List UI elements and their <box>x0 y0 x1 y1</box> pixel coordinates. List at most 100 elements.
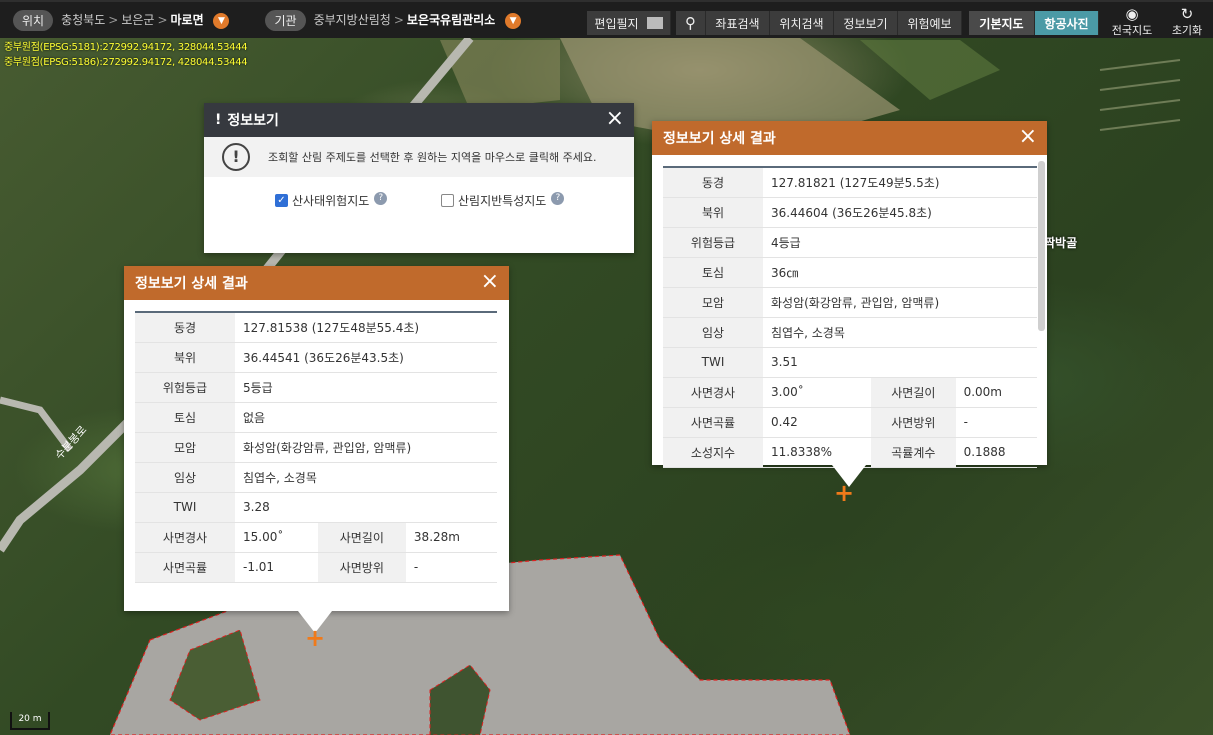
toggle-square-icon <box>646 17 663 29</box>
crumb-agency[interactable]: 중부지방산림청 <box>314 13 391 27</box>
reset-icon: ↻ <box>1180 5 1194 23</box>
table-row: 사면경사 3.00˚ 사면길이 0.00m <box>663 377 1037 408</box>
row-key: 곡률계수 <box>871 437 956 468</box>
crumb-county[interactable]: 보은군 <box>121 13 154 27</box>
edit-parcel-label: 편입필지 <box>594 16 639 31</box>
detail-left-header: 정보보기 상세 결과 × <box>124 266 509 300</box>
pos-search-button[interactable]: 위치검색 <box>770 11 834 35</box>
row-value: 127.81821 (127도49분5.5초) <box>763 166 1037 198</box>
table-row: TWI 3.51 <box>663 347 1037 378</box>
coord-search-button[interactable]: 좌표검색 <box>706 11 770 35</box>
aerial-button[interactable]: 항공사진 <box>1035 11 1099 35</box>
nation-map-button[interactable]: ◉ 전국지도 <box>1110 6 1154 38</box>
row-value: 화성암(화강암류, 관입암, 암맥류) <box>763 287 1037 318</box>
table-row: TWI 3.28 <box>135 492 497 523</box>
row-value: - <box>405 552 497 583</box>
row-key: 토심 <box>135 402 235 433</box>
agency-dropdown-icon[interactable]: ▼ <box>505 12 522 29</box>
landslide-label[interactable]: 산사태위험지도 <box>292 192 369 209</box>
pin-marker-right[interactable]: + <box>834 481 854 505</box>
crumb-office[interactable]: 보은국유림관리소 <box>407 13 495 27</box>
help-icon[interactable]: ? <box>551 192 565 205</box>
detail-right-title: 정보보기 상세 결과 <box>663 131 776 147</box>
risk-forecast-button[interactable]: 위험예보 <box>898 11 962 35</box>
row-value: 화성암(화강암류, 관입암, 암맥류) <box>235 432 497 463</box>
crumb-province[interactable]: 충청북도 <box>61 13 105 27</box>
agency-pill: 기관 <box>265 9 306 31</box>
detail-left-table: 동경 127.81538 (127도48분55.4초) 북위 36.44541 (36… <box>135 311 497 583</box>
location-pill: 위치 <box>13 9 54 31</box>
table-row: 임상 침엽수, 소경목 <box>663 317 1037 348</box>
edit-parcel-button[interactable]: 편입필지 <box>587 11 671 35</box>
row-key: 사면길이 <box>317 522 406 553</box>
close-icon[interactable]: × <box>481 271 499 293</box>
location-dropdown-icon[interactable]: ▼ <box>213 12 230 29</box>
ground-checkbox[interactable] <box>441 194 454 207</box>
help-icon[interactable]: ? <box>374 192 388 205</box>
scale-bar: 20 m <box>10 712 50 730</box>
option-ground[interactable]: 산림지반특성지도 ? <box>441 192 565 209</box>
detail-right-header: 정보보기 상세 결과 × <box>652 121 1047 155</box>
row-value: 3.28 <box>235 492 497 523</box>
row-key: 위험등급 <box>663 227 763 258</box>
close-icon[interactable]: × <box>606 108 624 130</box>
row-value: 침엽수, 소경목 <box>763 317 1037 348</box>
landslide-checkbox[interactable]: ✓ <box>275 194 288 207</box>
row-value: 127.81538 (127도48분55.4초) <box>235 311 497 343</box>
reset-label: 초기화 <box>1171 24 1203 37</box>
row-value: 36.44541 (36도26분43.5초) <box>235 342 497 373</box>
row-key: 임상 <box>663 317 763 348</box>
row-value: 11.8338% <box>763 437 872 468</box>
top-toolbar: 위치 충청북도 > 보은군 > 마로면 ▼ 기관 중부지방산림청 > 보은국유림관리소 ▼ … <box>0 0 1213 38</box>
reset-button[interactable]: ↻ 초기화 <box>1165 6 1209 38</box>
info-view-button[interactable]: 정보보기 <box>834 11 898 35</box>
row-key: 모암 <box>663 287 763 318</box>
row-key: 소성지수 <box>663 437 763 468</box>
option-landslide[interactable]: ✓ 산사태위험지도 ? <box>275 192 388 209</box>
table-row: 소성지수 11.8338% 곡률계수 0.1888 <box>663 437 1037 468</box>
row-key: 동경 <box>135 311 235 343</box>
exclamation-icon: ! <box>215 112 222 128</box>
table-row: 동경 127.81538 (127도48분55.4초) <box>135 311 497 343</box>
scrollbar[interactable] <box>1038 161 1045 331</box>
row-key: 동경 <box>663 166 763 198</box>
info-view-panel: ! 정보보기 × ! 조회할 산림 주제도를 선택한 후 원하는 지역을 마우스… <box>204 103 634 253</box>
row-key: 사면길이 <box>871 377 956 408</box>
search-button[interactable]: ⚲ <box>676 11 706 35</box>
pin-marker-left[interactable]: + <box>305 626 325 650</box>
row-value: 4등급 <box>763 227 1037 258</box>
detail-right-table: 동경 127.81821 (127도49분5.5초) 북위 36.44604 (36도… <box>663 166 1037 468</box>
info-panel-title: 정보보기 <box>227 113 279 129</box>
table-row: 토심 없음 <box>135 402 497 433</box>
row-key: 북위 <box>135 342 235 373</box>
row-value: - <box>955 407 1037 438</box>
row-key: 모암 <box>135 432 235 463</box>
coordinate-readout: 중부원점(EPSG:5181):272992.94172, 328044.534… <box>4 40 248 70</box>
row-key: 사면곡률 <box>135 552 235 583</box>
search-icon: ⚲ <box>685 14 696 32</box>
row-key: 사면경사 <box>135 522 235 553</box>
row-value: -1.01 <box>235 552 318 583</box>
ground-label[interactable]: 산림지반특성지도 <box>458 192 546 209</box>
row-key: 사면방위 <box>871 407 956 438</box>
crumb-town[interactable]: 마로면 <box>171 13 204 27</box>
row-value: 0.00m <box>955 377 1037 408</box>
info-panel-header: ! 정보보기 × <box>204 103 634 137</box>
row-key: 위험등급 <box>135 372 235 403</box>
detail-panel-right: 정보보기 상세 결과 × 동경 127.81821 (127도49분5.5초) 북위… <box>652 121 1047 468</box>
place-label: 짝박골 <box>1044 236 1078 250</box>
row-value: 3.00˚ <box>763 377 872 408</box>
coord-epsg5186: 중부원점(EPSG:5186):272992.94172, 428044.534… <box>4 57 248 68</box>
table-row: 사면곡률 0.42 사면방위 - <box>663 407 1037 438</box>
row-key: 임상 <box>135 462 235 493</box>
row-key: 사면경사 <box>663 377 763 408</box>
eye-icon: ◉ <box>1125 5 1139 23</box>
row-value: 38.28m <box>405 522 497 553</box>
close-icon[interactable]: × <box>1019 126 1037 148</box>
base-map-button[interactable]: 기본지도 <box>969 11 1035 35</box>
agency-breadcrumb: 중부지방산림청 > 보은국유림관리소 ▼ <box>314 11 522 29</box>
nation-map-label: 전국지도 <box>1111 24 1153 37</box>
table-row: 모암 화성암(화강암류, 관입암, 암맥류) <box>663 287 1037 318</box>
row-key: 북위 <box>663 197 763 228</box>
row-key: TWI <box>663 347 763 378</box>
